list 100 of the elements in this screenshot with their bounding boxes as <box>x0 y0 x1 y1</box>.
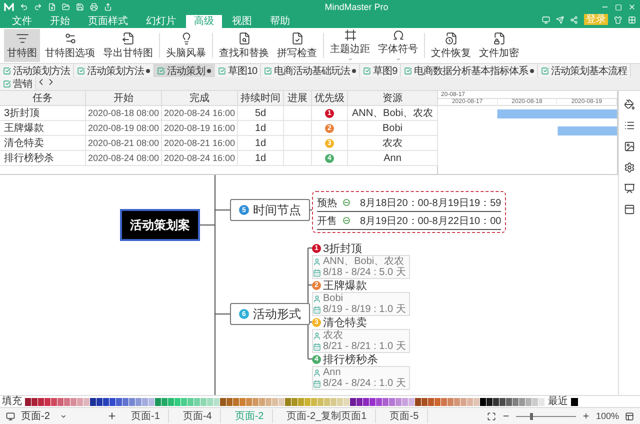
collapse-icon[interactable] <box>343 217 350 224</box>
document-tab[interactable]: 活动策划方法 <box>0 64 74 77</box>
person-icon <box>313 258 321 266</box>
zoom-level[interactable]: 100% <box>596 411 619 421</box>
document-tab[interactable]: 活动策划基本流程 <box>538 64 632 77</box>
export-icon[interactable] <box>104 3 112 11</box>
task-resources: Bobi <box>323 293 344 304</box>
maximize-icon[interactable] <box>615 4 622 10</box>
layout-icon[interactable] <box>625 412 634 420</box>
task-resources: ANN、Bobi、农农 <box>323 256 404 267</box>
resource-cell: Bobi <box>348 121 438 136</box>
print-icon[interactable] <box>90 3 98 11</box>
column-header[interactable]: 优先级 <box>312 91 348 106</box>
document-tab[interactable]: 电商数据分析基本指标体系 <box>401 64 538 77</box>
ribbon-button[interactable]: 文件加密 <box>476 29 522 62</box>
page-tab[interactable]: 页面-4 <box>174 409 221 423</box>
color-palette[interactable] <box>25 398 545 406</box>
document-title: 草图9 <box>373 64 398 78</box>
ribbon-button[interactable]: 拼写检查 <box>274 29 320 62</box>
window-title: MindMaster Pro <box>324 2 390 12</box>
sliders-icon <box>64 32 76 44</box>
document-title: 活动策划 <box>167 64 205 78</box>
page-tab[interactable]: 页面-1 <box>123 409 169 423</box>
task-resources: Ann <box>323 367 341 378</box>
panel-icon[interactable] <box>624 204 635 215</box>
column-header[interactable]: 任务 <box>0 91 86 106</box>
save-icon[interactable] <box>76 3 84 11</box>
person-icon <box>313 294 321 302</box>
page-tab[interactable]: 页面-5 <box>382 409 428 423</box>
file-export-icon <box>122 32 134 44</box>
task-cell: 王牌爆款 <box>0 121 86 136</box>
page-tab[interactable]: 页面-2_复制页面1 <box>278 409 376 423</box>
page-dropdown[interactable]: 页面-2 <box>21 409 101 423</box>
resource-cell: ANN、Bobi、农农 <box>348 106 438 121</box>
color-swatch[interactable] <box>571 398 578 406</box>
shirt-icon[interactable] <box>614 16 622 24</box>
document-tab[interactable]: 活动策划方法 <box>74 64 154 77</box>
undo-icon[interactable] <box>20 3 28 11</box>
document-tab[interactable]: 营销 <box>0 77 36 90</box>
gantt-bar[interactable] <box>497 109 617 118</box>
fit-icon[interactable] <box>486 412 496 420</box>
add-page-icon[interactable] <box>107 411 117 421</box>
settings-icon[interactable] <box>624 162 635 173</box>
file-check-icon <box>290 32 304 44</box>
paint-bucket-icon[interactable] <box>624 99 635 110</box>
ribbon-button[interactable]: 文件恢复 <box>428 29 474 62</box>
subtopic-table[interactable]: 预热 8月18日20：00-8月19日19：59 开售 8月19日20：00-8月22日10：00 <box>312 191 506 233</box>
finish-cell: 2020-08-24 16:00 <box>162 151 238 166</box>
fill-label: 填充 <box>2 396 22 407</box>
image-icon[interactable] <box>624 141 635 152</box>
calendar-icon <box>313 306 321 314</box>
file-lock-icon <box>492 32 506 44</box>
task-dates: 8/21 - 8/21 : 1.0 天 <box>323 341 406 352</box>
column-header[interactable]: 持续时间 <box>238 91 284 106</box>
ribbon-button[interactable]: 主题边距 <box>327 29 373 62</box>
start-cell: 2020-08-18 08:00 <box>86 106 162 121</box>
new-file-icon[interactable] <box>48 3 56 11</box>
grid-icon[interactable] <box>628 16 636 24</box>
slider-thumb[interactable] <box>530 412 533 420</box>
resource-cell: 农农 <box>348 136 438 151</box>
ribbon-button[interactable]: 甘特图 <box>4 29 40 62</box>
document-title: 营销 <box>13 78 32 90</box>
presentation-icon[interactable] <box>624 183 635 194</box>
document-tab[interactable]: 电商活动基础玩法 <box>261 64 360 77</box>
check-icon <box>3 80 11 88</box>
finish-cell: 2020-08-21 16:00 <box>162 136 238 151</box>
gantt-bar[interactable] <box>558 126 617 136</box>
frame-icon <box>344 29 356 42</box>
document-tab[interactable]: 草图9 <box>360 64 402 77</box>
document-tab[interactable]: 草图10 <box>215 64 262 77</box>
close-icon[interactable] <box>628 3 636 11</box>
folder-icon[interactable] <box>62 3 70 11</box>
column-header[interactable]: 开始 <box>86 91 162 106</box>
document-tab[interactable]: 活动策划 <box>154 64 215 77</box>
task-dates: 8/24 - 8/24 : 1.0 天 <box>323 378 406 389</box>
ribbon-button[interactable]: 导出甘特图 <box>100 29 156 62</box>
root-topic[interactable]: 活动策划案 <box>120 209 200 241</box>
column-header[interactable]: 进展 <box>284 91 312 106</box>
column-header[interactable]: 完成 <box>162 91 238 106</box>
collapse-icon[interactable] <box>343 199 350 206</box>
check-icon <box>3 66 11 74</box>
redo-icon[interactable] <box>34 3 42 11</box>
check-icon <box>541 66 550 74</box>
check-icon <box>264 66 272 74</box>
task-cell: 清仓特卖 <box>0 136 86 151</box>
send-icon[interactable] <box>556 16 564 24</box>
duration-cell: 1d <box>238 136 284 151</box>
share-icon[interactable] <box>570 16 578 24</box>
ribbon-button[interactable]: 甘特图选项 <box>42 29 98 62</box>
calendar-icon <box>313 268 321 276</box>
calendar-icon <box>313 342 321 350</box>
zoom-in-icon[interactable] <box>582 412 590 420</box>
start-cell: 2020-08-19 08:00 <box>86 121 162 136</box>
ribbon-button[interactable]: 头脑风暴 <box>163 29 209 62</box>
stage-time: 8月18日20：00-8月19日19：59 <box>360 196 502 210</box>
list-icon[interactable] <box>624 120 635 131</box>
monitor-icon[interactable] <box>6 412 15 420</box>
column-header[interactable]: 资源 <box>348 91 438 106</box>
ribbon-button[interactable]: 字体符号 <box>375 29 421 62</box>
ribbon-button[interactable]: 查找和替换 <box>216 29 272 62</box>
